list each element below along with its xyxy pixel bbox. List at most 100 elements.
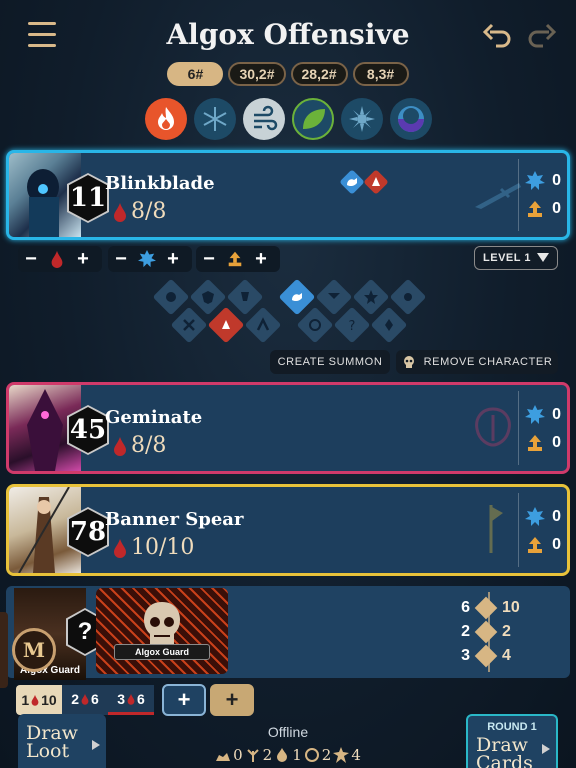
question-icon: ? [349,319,356,333]
bless-icon [364,290,378,304]
xp-gold-pill[interactable]: 8,3# [352,62,409,86]
condition-toggle[interactable] [370,306,408,344]
blood-drop-icon [127,693,135,705]
hp-plus-button[interactable]: + [76,248,90,271]
shield-star-icon [525,405,545,424]
condition-toggle[interactable] [244,306,282,344]
leaf-icon [302,109,325,129]
immobilize-icon [183,319,195,331]
scenario-level-pills: 6# 30,2# 28,2# 8,3# [0,62,576,86]
hp-value: 8/8 [131,199,167,224]
strengthen-icon [292,293,302,302]
air-element-button[interactable] [242,98,285,140]
element-bar [0,98,576,140]
connection-status: Offline [267,724,309,740]
level-pill[interactable]: 6# [167,62,224,86]
hp-value: 10/10 [131,535,195,560]
shield-plus-button[interactable]: + [166,248,180,271]
standee-normal[interactable]: 3 6 [108,685,154,715]
create-summon-button[interactable]: CREATE SUMMON [270,350,390,374]
condition-toggle[interactable]: ? [333,306,371,344]
shield-stat[interactable]: 0 [525,171,561,191]
xp-stepper: − + [196,246,280,272]
xp-stat[interactable]: 0 [525,433,561,453]
add-normal-standee-button[interactable]: + [162,684,206,716]
shield-stepper: − + [108,246,192,272]
gear-icon [333,747,350,763]
undo-icon[interactable] [482,22,514,50]
monster-type-m-icon: M [12,628,56,672]
remove-character-button[interactable]: REMOVE CHARACTER [396,350,558,374]
round-label: ROUND 1 [487,721,537,733]
character-card-banner-spear[interactable]: 78 Banner Spear 10/10 0 0 [6,484,570,576]
invisible-icon [404,293,412,301]
regenerate-icon [309,319,321,331]
draw-loot-button[interactable]: Draw Loot [18,714,106,768]
xp-stat[interactable]: 0 [525,199,561,219]
flame-icon [277,748,288,762]
sun-icon [348,106,375,132]
dark-element-button[interactable] [389,98,432,140]
shield-minus-button[interactable]: − [114,248,128,271]
wound-condition[interactable] [363,169,389,195]
condition-toggle[interactable] [207,306,245,344]
level-dropdown[interactable]: LEVEL 1 [474,246,558,270]
condition-toggle[interactable] [170,306,208,344]
blood-drop-icon [114,436,126,456]
standee-normal[interactable]: 2 6 [62,685,108,715]
shield-stat[interactable]: 0 [525,507,561,527]
condition-toggle[interactable] [296,306,334,344]
dark-moon-icon [397,106,424,132]
card-divider [518,159,519,231]
fire-element-button[interactable] [144,98,187,140]
shield-stat[interactable]: 0 [525,405,561,425]
coin-icon [304,748,319,762]
character-hp[interactable]: 10/10 [113,535,194,560]
health-icon [474,596,498,620]
add-elite-standee-button[interactable]: + [210,684,254,716]
xp-minus-button[interactable]: − [202,248,216,271]
character-card-blinkblade[interactable]: 11 Blinkblade 8/8 0 0 [6,150,570,240]
fire-icon [157,107,174,130]
xp-arrow-icon [528,537,542,553]
redo-icon[interactable] [525,22,557,50]
move-icon [474,620,498,644]
monster-stats: 6 10 2 2 3 4 [456,596,536,668]
character-hp[interactable]: 8/8 [113,433,166,458]
strengthen-condition[interactable] [339,169,365,195]
trap-damage-pill[interactable]: 30,2# [228,62,286,86]
attack-icon [474,644,498,668]
chevron-right-icon [542,744,550,754]
hp-value: 8/8 [131,433,167,458]
condition-toggle[interactable] [389,278,427,316]
character-card-geminate[interactable]: 45 Geminate 8/8 0 0 [6,382,570,474]
loot-pile-icon [216,753,231,761]
blood-drop-icon [81,693,89,705]
monster-ability-card[interactable]: Algox Guard [96,588,228,674]
standee-list: 1 10 2 6 3 6 [16,684,154,716]
xp-stat[interactable]: 0 [525,535,561,555]
hazard-damage-pill[interactable]: 28,2# [290,62,348,86]
light-element-button[interactable] [340,98,383,140]
xp-plus-button[interactable]: + [254,248,268,271]
ice-element-button[interactable] [193,98,236,140]
svg-text:?: ? [349,319,356,333]
wound-icon [222,320,230,329]
standee-elite[interactable]: 1 10 [16,685,62,715]
earth-element-button[interactable] [291,98,334,140]
hp-minus-button[interactable]: − [24,248,38,271]
monster-edge-tab [0,612,8,688]
snowflake-icon [203,107,226,131]
blood-drop-icon [114,538,126,558]
character-hp[interactable]: 8/8 [113,199,166,224]
ward-icon [202,291,214,304]
skull-icon [144,602,180,644]
class-icon-blinkblade [475,183,521,209]
draw-cards-button[interactable]: ROUND 1 Draw Cards [466,714,558,768]
disarm-icon [328,293,340,299]
brittle-icon [256,317,270,331]
character-conditions [339,169,389,195]
blood-drop-icon [31,694,39,706]
wound-icon [372,177,380,186]
herb-icon [246,749,259,762]
